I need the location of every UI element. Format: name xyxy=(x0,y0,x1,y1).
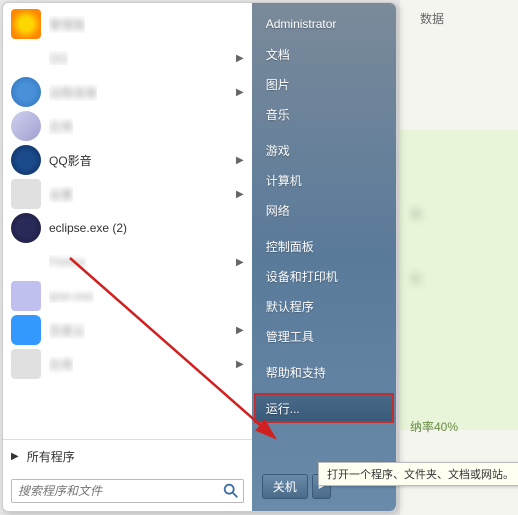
right-menu-item[interactable]: 文档 xyxy=(252,39,396,69)
program-label: 管理我 xyxy=(49,16,85,33)
right-menu-item[interactable]: 图片 xyxy=(252,69,396,99)
run-tooltip: 打开一个程序、文件夹、文档或网站。 xyxy=(318,462,518,486)
program-item[interactable]: 应用 ▶ xyxy=(5,347,250,381)
triangle-icon: ▶ xyxy=(11,451,19,462)
program-label: 远程连接 xyxy=(49,84,97,101)
program-item[interactable]: 设置 ▶ xyxy=(5,177,250,211)
all-programs-button[interactable]: ▶ 所有程序 xyxy=(3,439,252,473)
start-menu-right: Administrator文档图片音乐 游戏计算机网络 控制面板设备和打印机默认… xyxy=(252,3,396,511)
shutdown-button[interactable]: 关机 xyxy=(262,474,308,499)
qq1-icon xyxy=(11,9,41,39)
chevron-right-icon: ▶ xyxy=(236,155,244,166)
program-item[interactable]: 远程连接 ▶ xyxy=(5,75,250,109)
right-menu-item[interactable]: 游戏 xyxy=(252,135,396,165)
all-programs-label: 所有程序 xyxy=(27,448,75,465)
bg-text-blur1: 是, xyxy=(410,205,425,222)
program-item[interactable]: QQ影音 ▶ xyxy=(5,143,250,177)
app1-icon xyxy=(11,111,41,141)
run-menu-item[interactable]: 运行... xyxy=(254,393,394,423)
right-menu-item[interactable]: 音乐 xyxy=(252,99,396,129)
baidu-icon xyxy=(11,315,41,345)
chevron-right-icon: ▶ xyxy=(236,359,244,370)
program-label: 应用 xyxy=(49,356,73,373)
right-menu-item[interactable]: 管理工具 xyxy=(252,321,396,351)
program-item[interactable]: 管理我 xyxy=(5,7,250,41)
start-menu: 管理我 QQ ▶ 远程连接 ▶ 应用 QQ影音 ▶ 设置 ▶ eclipse.exe (2) Fire… xyxy=(2,2,397,512)
chevron-right-icon: ▶ xyxy=(236,325,244,336)
globe-icon xyxy=(11,77,41,107)
chevron-right-icon: ▶ xyxy=(236,53,244,64)
program-label: eclipse.exe (2) xyxy=(49,221,127,235)
bg-text-top: 数据 xyxy=(420,10,444,27)
program-item[interactable]: QQ ▶ xyxy=(5,41,250,75)
app3-icon xyxy=(11,349,41,379)
bg-text-rate: 纳率40% xyxy=(410,418,458,435)
chevron-right-icon: ▶ xyxy=(236,87,244,98)
search-container xyxy=(11,479,244,503)
right-menu-item[interactable]: Administrator xyxy=(252,9,396,39)
program-label: ipse.exe xyxy=(49,289,94,303)
chevron-right-icon: ▶ xyxy=(236,189,244,200)
chevron-right-icon: ▶ xyxy=(236,257,244,268)
bg-text-blur2: 处. xyxy=(410,270,425,287)
program-label: 百度云 xyxy=(49,322,85,339)
right-menu-item[interactable]: 帮助和支持 xyxy=(252,357,396,387)
program-label: 设置 xyxy=(49,186,73,203)
gear-icon xyxy=(11,179,41,209)
search-icon[interactable] xyxy=(222,482,240,500)
run-label: 运行... xyxy=(266,400,300,417)
desktop-background: 数据 是, 处. 纳率40% xyxy=(400,0,518,515)
start-menu-left: 管理我 QQ ▶ 远程连接 ▶ 应用 QQ影音 ▶ 设置 ▶ eclipse.exe (2) Fire… xyxy=(3,3,252,511)
qqplayer-icon xyxy=(11,145,41,175)
program-item[interactable]: 应用 xyxy=(5,109,250,143)
program-label: Firefox xyxy=(49,255,86,269)
program-item[interactable]: eclipse.exe (2) xyxy=(5,211,250,245)
qq2-icon xyxy=(11,43,41,73)
program-label: 应用 xyxy=(49,118,73,135)
right-menu-item[interactable]: 网络 xyxy=(252,195,396,225)
app2-icon xyxy=(11,281,41,311)
program-label: QQ影音 xyxy=(49,152,92,169)
programs-list: 管理我 QQ ▶ 远程连接 ▶ 应用 QQ影音 ▶ 设置 ▶ eclipse.exe (2) Fire… xyxy=(3,3,252,439)
right-menu-item[interactable]: 控制面板 xyxy=(252,231,396,261)
right-menu-item[interactable]: 设备和打印机 xyxy=(252,261,396,291)
program-item[interactable]: 百度云 ▶ xyxy=(5,313,250,347)
search-input[interactable] xyxy=(11,479,244,503)
eclipse-icon xyxy=(11,213,41,243)
right-menu-item[interactable]: 默认程序 xyxy=(252,291,396,321)
program-item[interactable]: ipse.exe xyxy=(5,279,250,313)
ff-icon xyxy=(11,247,41,277)
right-menu-item[interactable]: 计算机 xyxy=(252,165,396,195)
program-item[interactable]: Firefox ▶ xyxy=(5,245,250,279)
program-label: QQ xyxy=(49,51,68,65)
